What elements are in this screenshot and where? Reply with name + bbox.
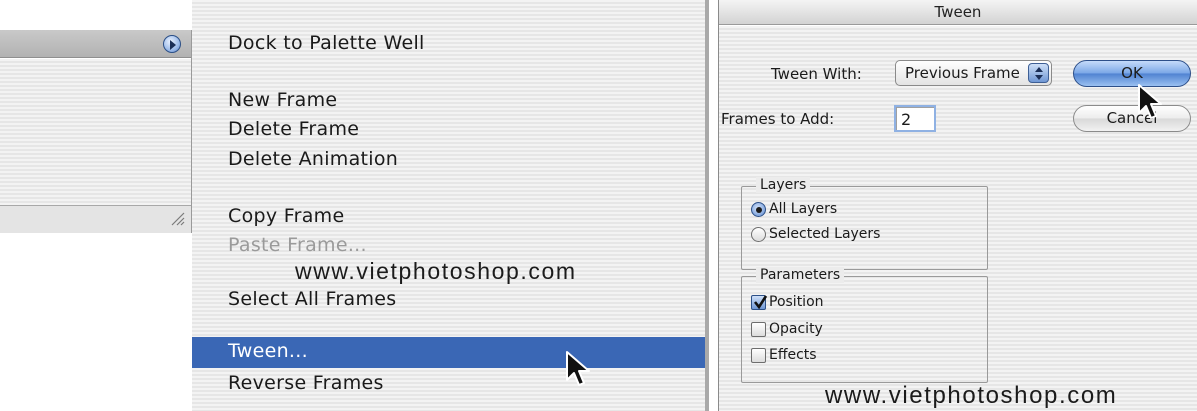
all-layers-radio[interactable]: All Layers [751,201,837,217]
menu-item-delete-animation[interactable]: Delete Animation [228,148,398,170]
frames-to-add-label: Frames to Add: [721,110,835,128]
checkbox-empty-icon [751,321,766,337]
palette-menu-icon[interactable] [163,35,181,53]
layers-group: Layers All Layers Selected Layers [741,177,988,270]
watermark-text-dialog: www.vietphotoshop.com [825,382,1118,409]
tween-with-select[interactable]: Previous Frame [895,60,1052,86]
position-label: Position [769,294,824,310]
animation-palette [0,30,192,233]
menu-item-new-frame[interactable]: New Frame [228,89,337,111]
palette-frames-area [0,59,191,205]
effects-checkbox[interactable]: Effects [751,347,817,363]
dialog-content: Tween With: Previous Frame Frames to Add… [719,26,1197,411]
palette-flyout-menu: Dock to Palette Well New Frame Delete Fr… [192,0,705,411]
checkbox-empty-icon [751,347,766,363]
palette-footer [0,205,191,233]
resize-grip-icon[interactable] [169,210,185,226]
menu-item-tween[interactable]: Tween... [228,340,308,362]
position-checkbox[interactable]: Position [751,294,824,310]
chevron-updown-icon [1028,63,1049,83]
mouse-pointer-icon [566,351,590,386]
checkmark-icon [751,294,767,310]
panel-gap [709,0,718,411]
ok-button[interactable]: OK [1073,60,1191,87]
menu-item-paste-frame: Paste Frame... [228,234,367,256]
palette-header [0,30,191,58]
opacity-label: Opacity [769,321,823,337]
menu-item-dock-to-palette-well[interactable]: Dock to Palette Well [228,32,425,54]
layers-group-title: Layers [756,177,811,193]
menu-item-select-all-frames[interactable]: Select All Frames [228,288,396,310]
effects-label: Effects [769,347,817,363]
tween-dialog: Tween Tween With: Previous Frame Frames … [718,0,1197,411]
radio-unselected-icon [751,226,766,242]
dialog-title: Tween [719,0,1197,25]
radio-selected-icon [751,201,766,217]
parameters-group: Parameters Position Opacity Effects [741,267,988,383]
parameters-group-title: Parameters [756,267,845,283]
selected-layers-label: Selected Layers [769,226,881,242]
frames-to-add-value: 2 [901,110,912,129]
cancel-button[interactable]: Cancel [1073,105,1191,132]
all-layers-label: All Layers [769,201,838,217]
tween-with-value: Previous Frame [905,64,1020,82]
mouse-pointer-icon [1138,84,1162,119]
tween-with-label: Tween With: [771,65,862,83]
frames-to-add-input[interactable]: 2 [894,105,936,132]
menu-item-delete-frame[interactable]: Delete Frame [228,118,359,140]
menu-item-copy-frame[interactable]: Copy Frame [228,205,344,227]
opacity-checkbox[interactable]: Opacity [751,321,823,337]
menu-item-reverse-frames[interactable]: Reverse Frames [228,372,384,394]
selected-layers-radio[interactable]: Selected Layers [751,226,880,242]
watermark-text: www.vietphotoshop.com [295,258,577,284]
